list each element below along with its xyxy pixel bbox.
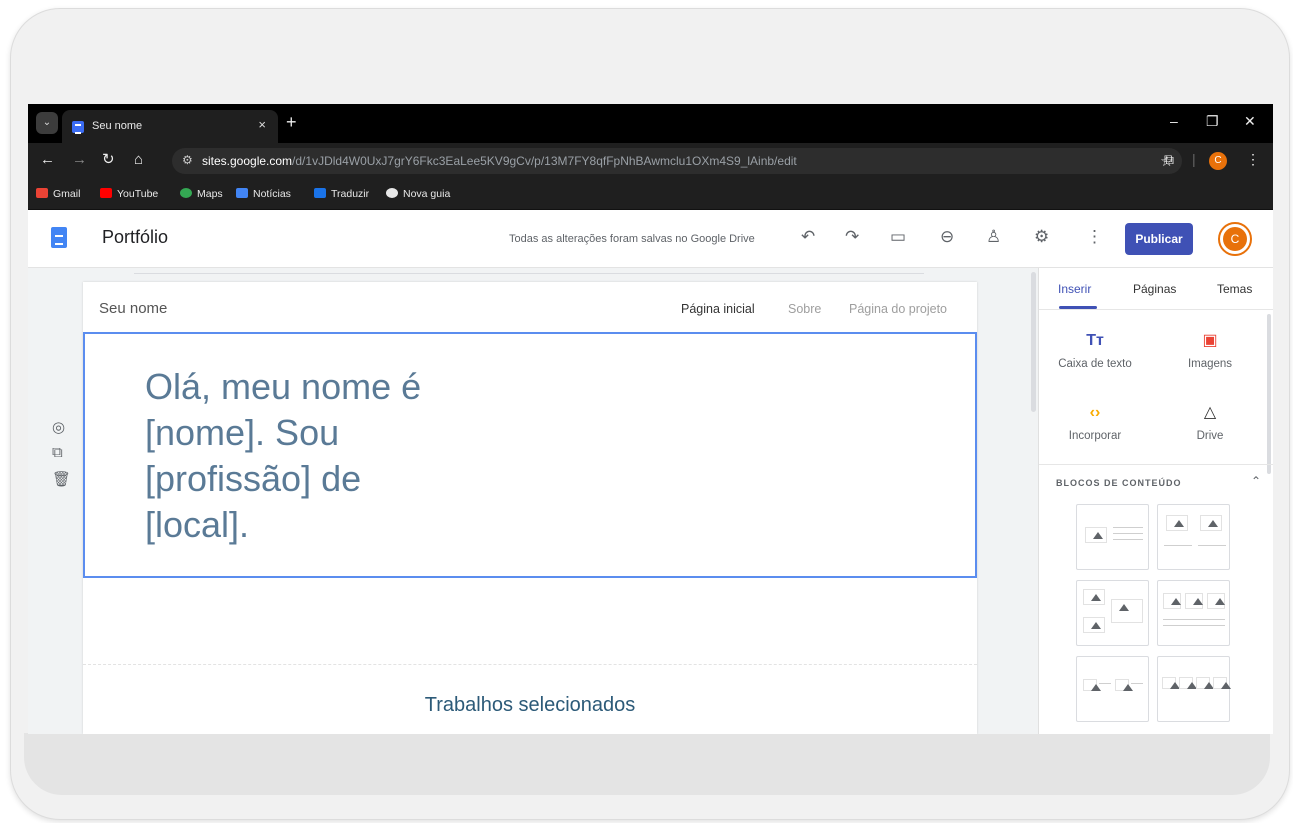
close-window-icon[interactable]: ✕ xyxy=(1244,113,1256,130)
copy-link-icon[interactable]: ⊖ xyxy=(940,227,954,247)
image-icon xyxy=(1111,599,1143,623)
canvas-scrollbar[interactable] xyxy=(1031,272,1036,412)
insert-drive[interactable]: △ Drive xyxy=(1155,402,1265,442)
site-page: Seu nome Página inicial Sobre Página do … xyxy=(83,282,977,734)
undo-icon[interactable]: ↶ xyxy=(801,227,815,247)
insert-images[interactable]: ▣ Imagens xyxy=(1155,330,1265,370)
browser-window: ⌄ Seu nome × + – ❐ ✕ ← → ↻ ⌂ ⚙ sites.goo… xyxy=(28,104,1273,734)
image-icon xyxy=(1162,677,1180,689)
more-options-icon[interactable]: ⋮ xyxy=(1086,227,1103,247)
image-icon xyxy=(1185,593,1203,609)
section-style-palette-icon[interactable]: ◎ xyxy=(52,418,65,436)
url-text[interactable]: sites.google.com/d/1vJDld4W0UxJ7grY6Fkc3… xyxy=(202,154,797,168)
image-icon xyxy=(1083,617,1105,633)
bookmark-maps[interactable]: Maps xyxy=(180,188,223,200)
browser-menu-icon[interactable]: ⋮ xyxy=(1246,151,1260,168)
sites-editor-toolbar: Portfólio Todas as alterações foram salv… xyxy=(28,210,1273,268)
settings-gear-icon[interactable]: ⚙ xyxy=(1034,227,1049,247)
address-toolbar: ← → ↻ ⌂ ⚙ sites.google.com/d/1vJDld4W0Ux… xyxy=(28,143,1273,179)
save-status: Todas as alterações foram salvas no Goog… xyxy=(509,233,755,245)
embed-icon: ‹› xyxy=(1089,404,1101,421)
collapse-chevron-icon[interactable]: ⌃ xyxy=(1251,474,1261,488)
share-add-person-icon[interactable]: ♙ xyxy=(986,227,1001,247)
reload-icon[interactable]: ↻ xyxy=(102,152,115,168)
tablet-bottom-bezel xyxy=(24,733,1270,795)
ruler xyxy=(134,268,924,274)
tab-strip: ⌄ Seu nome × + – ❐ ✕ xyxy=(28,104,1273,143)
duplicate-section-icon[interactable]: ⧉ xyxy=(52,444,63,461)
forward-icon[interactable]: → xyxy=(72,152,87,168)
nav-pagina-do-projeto[interactable]: Página do projeto xyxy=(849,302,947,316)
tabs-divider xyxy=(1039,309,1273,310)
bookmarks-bar: Gmail YouTube Maps Notícias Traduzir Nov… xyxy=(28,179,1273,210)
image-icon xyxy=(1213,677,1231,689)
back-icon[interactable]: ← xyxy=(40,152,55,168)
image-icon xyxy=(1207,593,1225,609)
image-icon xyxy=(1166,515,1188,531)
section-title[interactable]: Trabalhos selecionados xyxy=(83,694,977,717)
google-sites-logo-icon[interactable] xyxy=(51,227,67,248)
minimize-icon[interactable]: – xyxy=(1170,113,1178,129)
content-blocks-heading: BLOCOS DE CONTEÚDO xyxy=(1056,478,1182,488)
omnibox[interactable]: ⚙ sites.google.com/d/1vJDld4W0UxJ7grY6Fk… xyxy=(172,148,1182,174)
preview-devices-icon[interactable]: ▭ xyxy=(890,227,906,247)
tab-temas[interactable]: Temas xyxy=(1217,282,1252,296)
google-sites-favicon-icon xyxy=(72,121,84,134)
tab-paginas[interactable]: Páginas xyxy=(1133,282,1176,296)
bookmark-gmail[interactable]: Gmail xyxy=(36,188,80,200)
content-block-three-images[interactable] xyxy=(1157,580,1230,646)
panel-scrollbar[interactable] xyxy=(1267,314,1271,474)
drive-icon: △ xyxy=(1203,404,1217,421)
image-icon xyxy=(1179,677,1197,689)
content-block-image-collage[interactable] xyxy=(1076,580,1149,646)
home-icon[interactable]: ⌂ xyxy=(134,152,143,168)
extensions-icon[interactable]: ⧉ xyxy=(1164,151,1174,168)
delete-section-icon[interactable]: 🗑 xyxy=(52,470,71,488)
site-header: Seu nome Página inicial Sobre Página do … xyxy=(83,282,977,332)
image-icon xyxy=(1085,527,1107,543)
image-icon xyxy=(1083,679,1101,691)
nav-sobre[interactable]: Sobre xyxy=(788,302,821,316)
site-title[interactable]: Portfólio xyxy=(102,227,168,248)
tab-search-button[interactable]: ⌄ xyxy=(36,112,58,134)
publish-button[interactable]: Publicar xyxy=(1125,223,1193,255)
content-block-image-text-pairs[interactable] xyxy=(1076,656,1149,722)
content-block-image-text[interactable] xyxy=(1076,504,1149,570)
site-info-icon[interactable]: ⚙ xyxy=(182,153,193,167)
hero-heading[interactable]: Olá, meu nome é [nome]. Sou [profissão] … xyxy=(145,364,525,548)
insert-embed[interactable]: ‹› Incorporar xyxy=(1040,402,1150,442)
image-icon xyxy=(1163,593,1181,609)
tab-close-icon[interactable]: × xyxy=(258,117,266,132)
content-block-two-images[interactable] xyxy=(1157,504,1230,570)
nav-pagina-inicial[interactable]: Página inicial xyxy=(681,302,755,316)
tab-inserir[interactable]: Inserir xyxy=(1058,282,1091,296)
profile-avatar[interactable]: C xyxy=(1209,152,1227,170)
insert-text-box[interactable]: Tт Caixa de texto xyxy=(1040,330,1150,370)
image-icon xyxy=(1196,677,1214,689)
bookmark-noticias[interactable]: Notícias xyxy=(236,188,291,200)
image-icon xyxy=(1115,679,1133,691)
toolbar-separator: | xyxy=(1192,151,1196,167)
account-avatar[interactable]: C xyxy=(1218,222,1252,256)
browser-tab[interactable]: Seu nome × xyxy=(62,110,278,143)
tab-title: Seu nome xyxy=(92,120,143,132)
hero-section[interactable]: Olá, meu nome é [nome]. Sou [profissão] … xyxy=(83,332,977,578)
image-icon xyxy=(1083,589,1105,605)
site-name[interactable]: Seu nome xyxy=(99,300,167,317)
insert-panel: Inserir Páginas Temas Tт Caixa de texto … xyxy=(1038,268,1273,734)
restore-icon[interactable]: ❐ xyxy=(1206,113,1219,130)
new-tab-button[interactable]: + xyxy=(286,113,297,131)
redo-icon[interactable]: ↷ xyxy=(845,227,859,247)
content-block-four-images[interactable] xyxy=(1157,656,1231,722)
image-icon xyxy=(1200,515,1222,531)
section-divider xyxy=(83,664,977,665)
editor-canvas: ◎ ⧉ 🗑 Seu nome Página inicial Sobre Pági… xyxy=(28,268,1038,734)
text-box-icon: Tт xyxy=(1086,332,1104,349)
bookmark-traduzir[interactable]: Traduzir xyxy=(314,188,369,200)
bookmark-nova-guia[interactable]: Nova guia xyxy=(386,188,450,200)
image-icon: ▣ xyxy=(1202,332,1218,349)
bookmark-youtube[interactable]: YouTube xyxy=(100,188,158,200)
section-divider xyxy=(1039,464,1273,465)
